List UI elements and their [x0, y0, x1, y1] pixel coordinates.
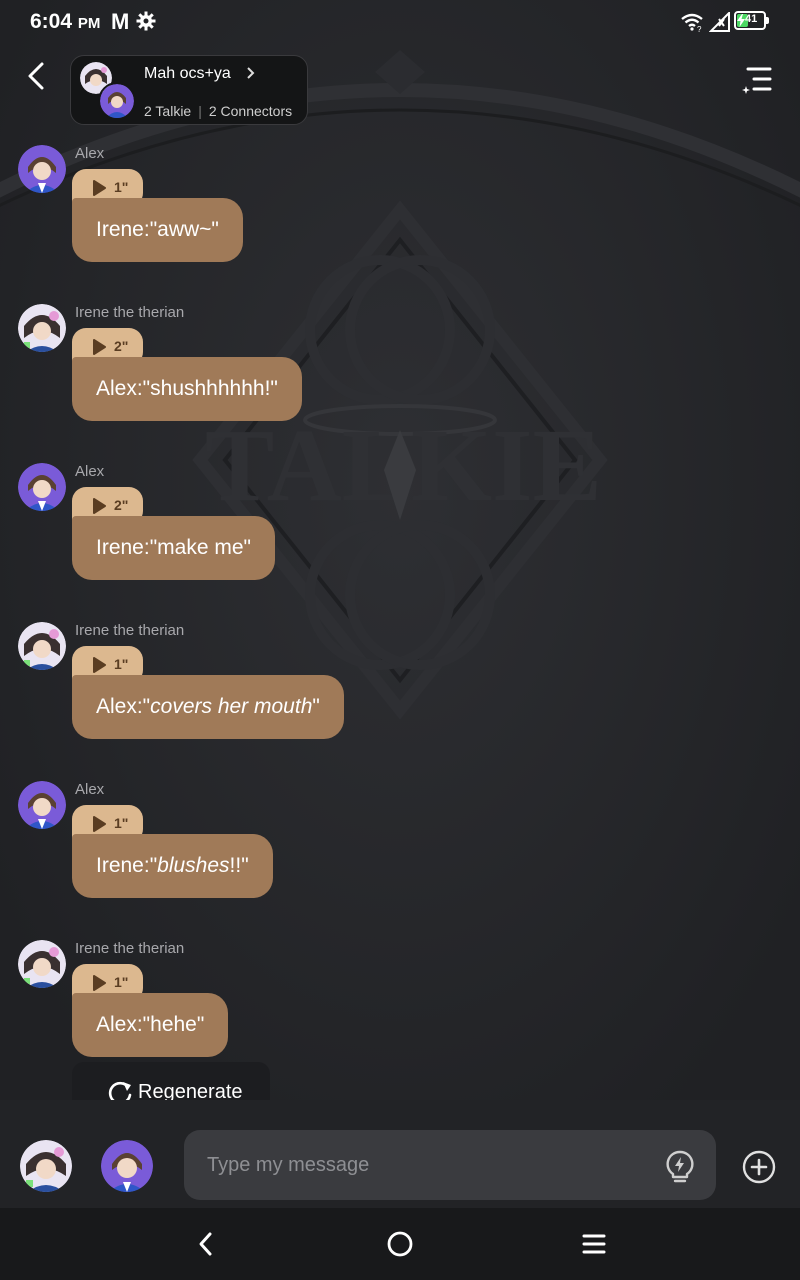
settings-gear-icon [136, 11, 156, 31]
play-icon [93, 975, 106, 991]
avatar-irene[interactable] [18, 622, 66, 670]
voice-duration: 1" [114, 974, 129, 990]
nav-recents-icon[interactable] [581, 1232, 607, 1256]
message-bubble[interactable]: Irene:"blushes!!" [72, 834, 273, 898]
avatar-alex[interactable] [18, 463, 66, 511]
group-name: Mah ocs+ya [144, 65, 231, 82]
status-bar: 6:04 PM M ? 41 [0, 0, 800, 44]
play-icon [93, 498, 106, 514]
message-bubble[interactable]: Alex:"covers her mouth" [72, 675, 344, 739]
message-bubble[interactable]: Alex:"hehe" [72, 993, 229, 1057]
sparkle-menu-icon[interactable] [742, 64, 774, 96]
sender-name: Irene the therian [75, 622, 185, 639]
sender-name: Alex [75, 463, 105, 480]
message-bubble[interactable]: Irene:"make me" [72, 516, 275, 580]
sender-name: Alex [75, 781, 105, 798]
battery-icon: 41 [734, 11, 766, 30]
talkie-count: 2 Talkie [144, 103, 192, 119]
play-icon [93, 816, 106, 832]
sender-name: Alex [75, 145, 105, 162]
avatar-alex[interactable] [18, 145, 66, 193]
gmail-icon: M [111, 9, 130, 34]
refresh-icon [108, 1081, 132, 1100]
message-input[interactable] [184, 1130, 716, 1200]
status-time: 6:04 PM [30, 10, 101, 33]
group-info-card[interactable]: Mah ocs+ya 2 Talkie | 2 Connectors [70, 55, 308, 125]
lightbulb-icon[interactable] [664, 1150, 696, 1184]
play-icon [93, 180, 106, 196]
composer-bar [0, 1100, 800, 1208]
character-avatar-alex [98, 82, 136, 120]
regenerate-label: Regenerate [138, 1081, 243, 1100]
system-nav-bar [0, 1208, 800, 1280]
message-bubble[interactable]: Alex:"shushhhhhh!" [72, 357, 302, 421]
avatar-irene[interactable] [18, 304, 66, 352]
battery-tip [766, 17, 769, 24]
svg-text:TALKIE: TALKIE [205, 408, 602, 523]
voice-duration: 1" [114, 815, 129, 831]
chevron-right-icon [247, 67, 255, 79]
voice-duration: 2" [114, 497, 129, 513]
chat-header: Mah ocs+ya 2 Talkie | 2 Connectors [0, 50, 800, 130]
regenerate-button[interactable]: Regenerate [72, 1062, 270, 1100]
divider: | [198, 103, 202, 119]
avatar-alex-switch[interactable] [101, 1140, 153, 1192]
nav-back-icon[interactable] [193, 1230, 219, 1258]
play-icon [93, 339, 106, 355]
voice-duration: 1" [114, 179, 129, 195]
voice-duration: 2" [114, 338, 129, 354]
voice-duration: 1" [114, 656, 129, 672]
plus-circle-icon[interactable] [742, 1150, 776, 1184]
svg-text:?: ? [697, 25, 702, 32]
nav-home-icon[interactable] [386, 1230, 414, 1258]
battery-level: 41 [745, 13, 758, 25]
avatar-irene[interactable] [18, 940, 66, 988]
back-button[interactable] [20, 56, 54, 96]
group-stats: 2 Talkie | 2 Connectors [144, 103, 292, 119]
avatar-alex[interactable] [18, 781, 66, 829]
sender-name: Irene the therian [75, 304, 185, 321]
avatar-irene-switch[interactable] [20, 1140, 72, 1192]
sender-name: Irene the therian [75, 940, 185, 957]
message-bubble[interactable]: Irene:"aww~" [72, 198, 243, 262]
signal-icon [709, 12, 730, 32]
charging-bolt-icon [737, 14, 745, 27]
wifi-icon: ? [681, 13, 703, 32]
play-icon [93, 657, 106, 673]
connector-count: 2 Connectors [208, 103, 293, 119]
